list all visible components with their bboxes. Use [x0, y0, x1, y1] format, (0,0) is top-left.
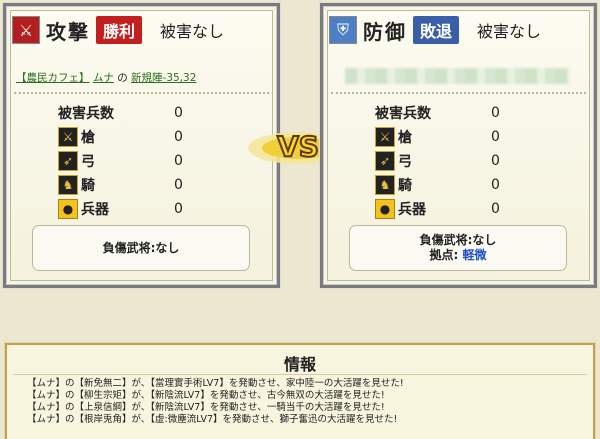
spear-label: 槍	[398, 130, 412, 146]
redacted-location	[345, 68, 570, 84]
result-badge-win: 勝利	[96, 16, 143, 44]
bow-icon: ➶	[375, 151, 395, 171]
siege-value: 0	[491, 201, 500, 217]
divider	[331, 92, 586, 94]
info-log: 【ムナ】の【新免無二】が、【當理實手術LV7】を発動させ、家中陸一の大活躍を見せ…	[7, 375, 593, 426]
bow-row: ➶ 弓 0	[375, 150, 500, 172]
info-panel: 情報 【ムナ】の【新免無二】が、【當理實手術LV7】を発動させ、家中陸一の大活躍…	[5, 343, 595, 439]
camp-location-link[interactable]: 新規陣-35,32	[131, 72, 196, 84]
cavalry-row: ♞ 騎 0	[58, 174, 183, 196]
divider	[14, 92, 269, 94]
horse-icon: ♞	[58, 175, 78, 195]
player-link[interactable]: ムナ	[93, 72, 114, 84]
bow-value: 0	[491, 153, 500, 169]
siege-weapon-icon: ●	[375, 199, 395, 219]
spear-icon: ⚔	[58, 127, 78, 147]
siege-label: 兵器	[81, 202, 109, 218]
injured-generals-text: 負傷武将:なし	[419, 233, 497, 247]
cavalry-value: 0	[174, 177, 183, 193]
attacker-panel: ⚔ 攻撃 勝利 被害なし 【農民カフェ】 ムナ の 新規陣-35,32 被害兵数…	[3, 3, 280, 288]
defender-damage-status: 被害なし	[477, 22, 542, 41]
defender-header: ⛨ 防御 敗退 被害なし	[329, 12, 588, 48]
casualty-total-row: 被害兵数 0	[58, 102, 183, 124]
siege-row: ● 兵器 0	[375, 198, 500, 220]
spear-row: ⚔ 槍 0	[58, 126, 183, 148]
attacker-location: 【農民カフェ】 ムナ の 新規陣-35,32	[16, 70, 196, 85]
casualty-total-value: 0	[174, 105, 183, 121]
defender-panel: ⛨ 防御 敗退 被害なし 被害兵数 0 ⚔ 槍 0 ➶ 弓 0 ♞ 騎 0 ● …	[320, 3, 597, 288]
base-damage-label: 拠点:	[429, 248, 459, 262]
cavalry-label: 騎	[398, 178, 412, 194]
casualty-total-row: 被害兵数 0	[375, 102, 500, 124]
shield-icon: ⛨	[329, 16, 357, 44]
location-connector: の	[117, 72, 128, 84]
bow-row: ➶ 弓 0	[58, 150, 183, 172]
bow-value: 0	[174, 153, 183, 169]
result-badge-lose: 敗退	[413, 16, 460, 44]
spear-value: 0	[491, 129, 500, 145]
siege-weapon-icon: ●	[58, 199, 78, 219]
casualty-total-label: 被害兵数	[375, 106, 431, 122]
vs-text: VS	[277, 130, 319, 163]
spear-icon: ⚔	[375, 127, 395, 147]
spear-value: 0	[174, 129, 183, 145]
defender-role: 防御	[363, 19, 407, 44]
attacker-role: 攻撃	[46, 19, 90, 44]
log-line: 【ムナ】の【新免無二】が、【當理實手術LV7】を発動させ、家中陸一の大活躍を見せ…	[27, 378, 404, 389]
bow-label: 弓	[398, 154, 412, 170]
attacker-injured-box: 負傷武将:なし	[32, 225, 250, 271]
siege-row: ● 兵器 0	[58, 198, 183, 220]
cavalry-label: 騎	[81, 178, 95, 194]
spear-row: ⚔ 槍 0	[375, 126, 500, 148]
horse-icon: ♞	[375, 175, 395, 195]
crossed-swords-icon: ⚔	[12, 16, 40, 44]
defender-injured-box: 負傷武将:なし 拠点: 軽微	[349, 225, 567, 271]
base-damage-value: 軽微	[462, 248, 487, 262]
log-line: 【ムナ】の【柳生宗矩】が、【新陰流LV7】を発動させ、古今無双の大活躍を見せた!	[27, 390, 385, 401]
bow-icon: ➶	[58, 151, 78, 171]
log-line: 【ムナ】の【上泉信綱】が、【新陰流LV7】を発動させ、一騎当千の大活躍を見せた!	[27, 402, 385, 413]
attacker-header: ⚔ 攻撃 勝利 被害なし	[12, 12, 271, 48]
cavalry-value: 0	[491, 177, 500, 193]
alliance-link[interactable]: 【農民カフェ】	[16, 72, 90, 84]
spear-label: 槍	[81, 130, 95, 146]
casualty-total-value: 0	[491, 105, 500, 121]
base-damage: 拠点: 軽微	[429, 248, 486, 263]
siege-label: 兵器	[398, 202, 426, 218]
bow-label: 弓	[81, 154, 95, 170]
injured-generals-text: 負傷武将:なし	[102, 240, 180, 255]
attacker-damage-status: 被害なし	[160, 22, 225, 41]
cavalry-row: ♞ 騎 0	[375, 174, 500, 196]
casualty-total-label: 被害兵数	[58, 106, 114, 122]
info-title: 情報	[13, 345, 587, 375]
log-line: 【ムナ】の【根岸兎角】が、【虚:微塵流LV7】を発動させ、獅子奮迅の大活躍を見せ…	[27, 414, 398, 425]
siege-value: 0	[174, 201, 183, 217]
